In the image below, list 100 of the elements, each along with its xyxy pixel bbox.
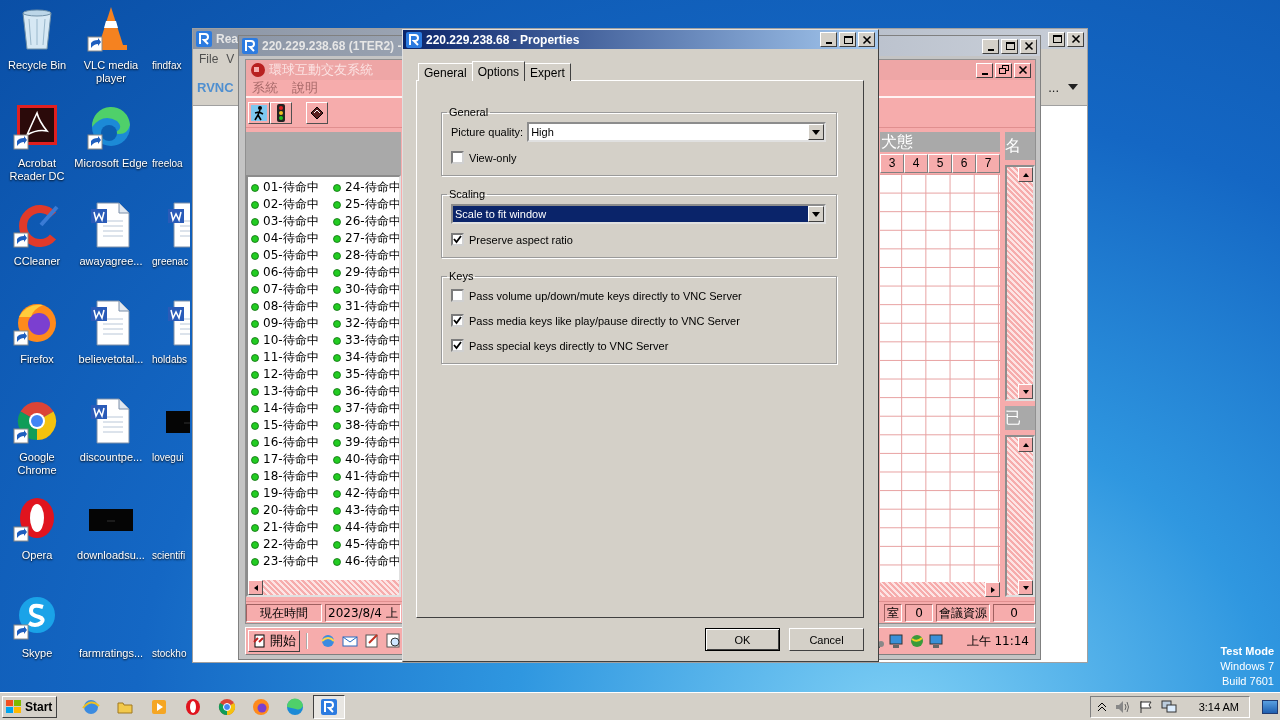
tab[interactable]: Expert [524, 63, 571, 81]
close-button[interactable] [1014, 62, 1031, 78]
restore-button[interactable] [995, 62, 1012, 78]
notepad-icon[interactable] [364, 633, 380, 649]
member-status: 13-待命中 [263, 383, 319, 400]
toolbar-button[interactable] [306, 101, 328, 124]
desktop-icon-label[interactable]: stockho [152, 647, 187, 660]
minimize-button[interactable] [976, 62, 993, 78]
close-button[interactable] [1020, 38, 1037, 54]
desktop-icon-label[interactable]: holdabs [152, 353, 188, 366]
desktop-icon-label[interactable]: VLC media player [74, 59, 148, 85]
magnifier-icon[interactable] [386, 633, 402, 649]
desktop-icon-label[interactable]: awayagree... [79, 255, 143, 268]
chevron-icon[interactable] [1096, 701, 1107, 712]
taskbar-app[interactable] [313, 694, 346, 719]
chrome-icon [218, 697, 237, 716]
checkbox[interactable] [451, 289, 464, 302]
group-title: Scaling [448, 188, 487, 200]
member-status: 20-待命中 [263, 502, 319, 519]
checkbox-label[interactable]: Pass special keys directly to VNC Server [469, 339, 669, 352]
column-header: 6 [952, 154, 976, 173]
scroll-down-button[interactable] [1018, 384, 1033, 400]
scroll-up-button[interactable] [1018, 437, 1033, 453]
status-dot [333, 421, 341, 430]
minimize-icon [825, 42, 832, 44]
maximize-button[interactable] [1048, 31, 1065, 47]
tab[interactable]: General [418, 63, 473, 81]
dropdown[interactable]: Scale to fit window [451, 204, 826, 224]
traffic-light-icon [276, 103, 286, 122]
network-icon[interactable] [1160, 699, 1177, 714]
desktop-icon-label[interactable]: Skype [21, 647, 53, 660]
start-button[interactable]: 開始 [248, 630, 300, 652]
tab[interactable]: Options [471, 61, 526, 81]
desktop-icon-label[interactable]: believetotal... [78, 353, 144, 366]
triangle-right-icon [988, 585, 997, 594]
member-status: 26-待命中 [345, 213, 399, 230]
checkbox[interactable] [451, 339, 464, 352]
system-notice: Build 7601 [1222, 674, 1274, 689]
desktop-icon-label[interactable]: lovegui [152, 451, 184, 464]
scroll-left-button[interactable] [248, 580, 263, 595]
clock: 3:14 AM [1198, 700, 1239, 713]
member-status: 04-待命中 [263, 230, 319, 247]
desktop-icon-label[interactable]: Firefox [20, 353, 54, 366]
desktop-icon-label[interactable]: Acrobat Reader DC [0, 157, 74, 183]
monitor-icon[interactable] [928, 633, 945, 649]
member-status: 42-待命中 [345, 485, 399, 502]
maximize-button[interactable] [1001, 38, 1018, 54]
scroll-down-button[interactable] [1018, 580, 1033, 595]
monitor-icon[interactable] [888, 633, 905, 649]
maximize-button[interactable] [839, 32, 856, 47]
desktop-icon-label[interactable]: discountpe... [79, 451, 143, 464]
start-button[interactable]: Start [2, 695, 58, 718]
ok-button[interactable]: OK [705, 628, 780, 651]
desktop-icon-label[interactable]: greenac [152, 255, 189, 268]
checkmark-icon [453, 235, 462, 244]
desktop-icon-label[interactable]: Microsoft Edge [74, 157, 148, 170]
close-button[interactable] [858, 32, 875, 47]
desktop-icon-label[interactable]: scientifi [152, 549, 186, 562]
more-button[interactable]: ... [1048, 79, 1059, 95]
member-status: 21-待命中 [263, 519, 319, 536]
status-dot [333, 336, 341, 345]
cancel-button[interactable]: Cancel [789, 628, 864, 651]
checkbox[interactable] [451, 314, 464, 327]
minimize-button[interactable] [982, 38, 999, 54]
desktop-icon-label[interactable]: Recycle Bin [7, 59, 67, 72]
checkbox[interactable] [451, 233, 464, 246]
panel-header: 犬態 [880, 132, 1000, 152]
show-desktop-button[interactable] [1262, 699, 1278, 714]
scroll-right-button[interactable] [985, 582, 1000, 597]
speaker-icon[interactable] [1114, 699, 1131, 714]
flag-icon[interactable] [1138, 699, 1153, 714]
desktop-icon-label[interactable]: Opera [21, 549, 53, 562]
checkbox[interactable] [451, 151, 464, 164]
member-status: 39-待命中 [345, 434, 399, 451]
checkbox-label[interactable]: View-only [469, 151, 517, 164]
group-title: Keys [448, 270, 475, 282]
toolbar-button[interactable] [270, 101, 292, 124]
checkbox-label[interactable]: Pass media keys like play/pause directly to VNC Server [469, 314, 740, 327]
checkbox-label[interactable]: Pass volume up/down/mute keys directly to VNC Server [469, 289, 742, 302]
desktop-icon-label[interactable]: farmratings... [78, 647, 144, 660]
toolbar-button[interactable] [248, 101, 270, 124]
checkbox-label[interactable]: Preserve aspect ratio [469, 233, 573, 246]
minimize-button[interactable] [820, 32, 837, 47]
desktop-icon-label[interactable]: downloadsu... [77, 549, 145, 562]
menu-item[interactable]: File [199, 52, 219, 66]
scroll-up-button[interactable] [1018, 167, 1033, 182]
close-button[interactable] [1067, 31, 1084, 47]
dropdown[interactable]: High [527, 122, 826, 142]
status-dot [251, 387, 259, 396]
desktop-icon-label[interactable]: freeloa [152, 157, 183, 170]
member-status: 28-待命中 [345, 247, 399, 264]
mail-icon[interactable] [342, 633, 358, 649]
status-field: 現在時間 [246, 603, 322, 622]
caret-icon[interactable] [1067, 83, 1079, 91]
desktop-icon-label[interactable]: CCleaner [13, 255, 61, 268]
desktop-icon-label[interactable]: findfax [152, 59, 182, 72]
status-dot [251, 217, 259, 226]
desktop-icon-label[interactable]: Google Chrome [0, 451, 74, 477]
windows-logo-icon [6, 699, 22, 714]
menu-item[interactable]: V [226, 52, 235, 66]
